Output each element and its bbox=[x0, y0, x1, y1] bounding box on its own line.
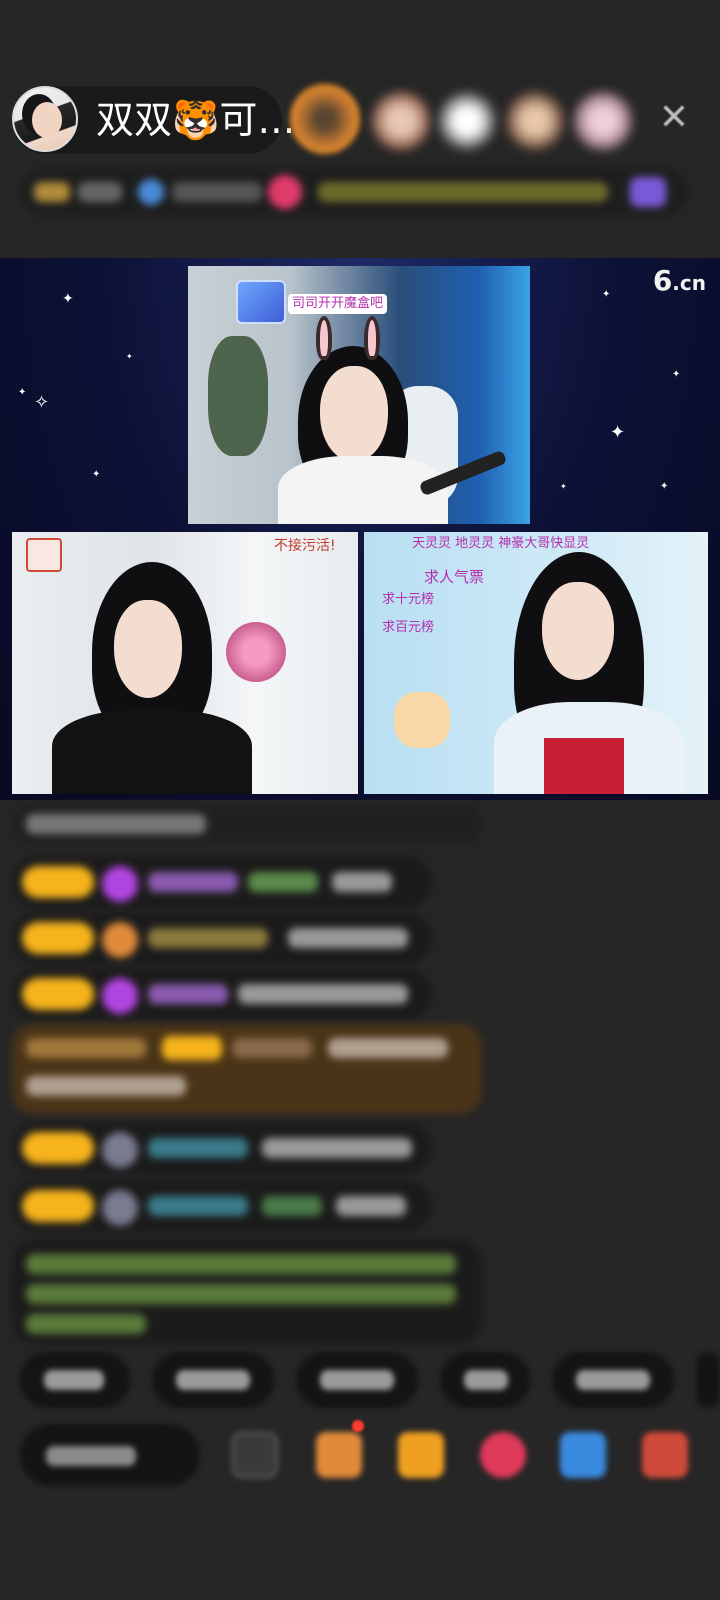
viewer-avatar[interactable] bbox=[506, 92, 564, 150]
host-person bbox=[278, 316, 458, 524]
guest-person-right bbox=[474, 552, 694, 794]
chat-message bbox=[12, 856, 432, 908]
bunny-sticker-icon bbox=[394, 692, 450, 748]
quick-chip[interactable] bbox=[20, 1352, 130, 1408]
viewer-avatar[interactable] bbox=[372, 92, 430, 150]
plant-decoration bbox=[208, 336, 268, 456]
chat-message-highlight bbox=[12, 1024, 482, 1114]
gift-box-icon[interactable] bbox=[316, 1432, 362, 1478]
star-icon: ✦ bbox=[18, 387, 27, 398]
quick-chip[interactable] bbox=[552, 1352, 674, 1408]
quick-chip[interactable] bbox=[696, 1352, 720, 1408]
chat-message bbox=[12, 1180, 432, 1232]
host-info-pill[interactable]: 双双🐯可… bbox=[12, 86, 295, 154]
guest-video-left[interactable]: 不接污活! bbox=[12, 532, 358, 794]
live-video-stage[interactable]: ✦ ✦ ✧ ✦ ✦ ✦ ✦ ✦ ✦ ✦ 6.cn 司司开开魔盒吧 不接污活! 天… bbox=[0, 258, 720, 800]
game-icon[interactable] bbox=[560, 1432, 606, 1478]
host-name: 双双🐯可… bbox=[96, 98, 296, 142]
bunny-ear-icon bbox=[364, 316, 380, 360]
star-icon: ✦ bbox=[126, 352, 133, 361]
right-tag-ten: 求十元榜 bbox=[382, 592, 435, 607]
star-icon: ✦ bbox=[560, 482, 567, 491]
star-icon: ✦ bbox=[92, 469, 101, 480]
quick-chip[interactable] bbox=[152, 1352, 274, 1408]
star-icon: ✦ bbox=[610, 422, 626, 443]
system-notice bbox=[12, 1240, 482, 1344]
star-icon: ✦ bbox=[660, 481, 669, 492]
star-icon: ✦ bbox=[672, 369, 681, 380]
treasure-icon[interactable] bbox=[398, 1432, 444, 1478]
chat-message bbox=[12, 912, 432, 964]
more-icon[interactable] bbox=[232, 1432, 278, 1478]
magic-box-icon bbox=[236, 280, 286, 324]
quick-chip[interactable] bbox=[296, 1352, 418, 1408]
viewer-avatar[interactable] bbox=[574, 92, 632, 150]
chat-input[interactable] bbox=[20, 1424, 200, 1486]
chat-message bbox=[12, 968, 432, 1020]
room-info-bar[interactable] bbox=[20, 168, 688, 216]
guest-person-left bbox=[52, 552, 252, 794]
guest-video-right[interactable]: 天灵灵 地灵灵 神豪大哥快显灵 求人气票 求十元榜 求百元榜 bbox=[364, 532, 708, 794]
right-top-text: 天灵灵 地灵灵 神豪大哥快显灵 bbox=[412, 536, 590, 551]
star-icon: ✦ bbox=[602, 289, 611, 300]
star-icon: ✧ bbox=[34, 392, 50, 413]
viewer-avatar[interactable] bbox=[438, 92, 496, 150]
left-caption: 不接污活! bbox=[274, 538, 336, 554]
main-host-video[interactable]: 司司开开魔盒吧 bbox=[188, 266, 530, 524]
right-tag-hundred: 求百元榜 bbox=[382, 620, 435, 635]
star-icon: ✦ bbox=[62, 291, 74, 307]
gift-icon[interactable] bbox=[642, 1432, 688, 1478]
chat-message-list[interactable] bbox=[0, 800, 720, 1350]
chat-message bbox=[12, 804, 482, 844]
chat-message bbox=[12, 1122, 432, 1174]
close-icon[interactable]: ✕ bbox=[656, 100, 692, 136]
bunny-ear-icon bbox=[316, 316, 332, 360]
viewer-avatar-list[interactable] bbox=[290, 84, 650, 160]
quick-chip[interactable] bbox=[440, 1352, 530, 1408]
site-logo: 6.cn bbox=[652, 264, 706, 297]
main-sticker-text: 司司开开魔盒吧 bbox=[288, 294, 388, 314]
notification-dot bbox=[352, 1420, 364, 1432]
host-avatar[interactable] bbox=[12, 86, 78, 152]
heart-icon[interactable] bbox=[480, 1432, 526, 1478]
viewer-avatar[interactable] bbox=[290, 84, 360, 154]
